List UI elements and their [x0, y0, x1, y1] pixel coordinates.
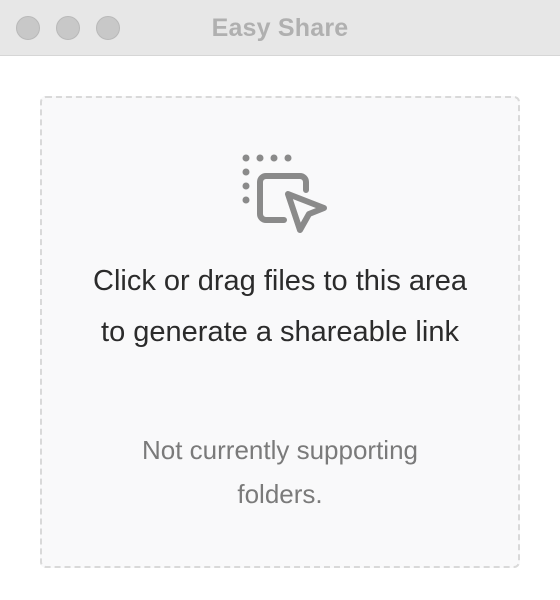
title-bar[interactable]: Easy Share [0, 0, 560, 56]
drag-select-icon [242, 154, 327, 233]
window-title: Easy Share [211, 14, 349, 42]
app-window: Easy Share Click or drag files to this a… [0, 0, 560, 600]
file-drop-zone[interactable]: Click or drag files to this area to gene… [40, 96, 520, 568]
folder-support-note: Not currently supporting folders. [141, 435, 419, 509]
drop-instruction-text: Click or drag files to this area to gene… [93, 265, 467, 348]
